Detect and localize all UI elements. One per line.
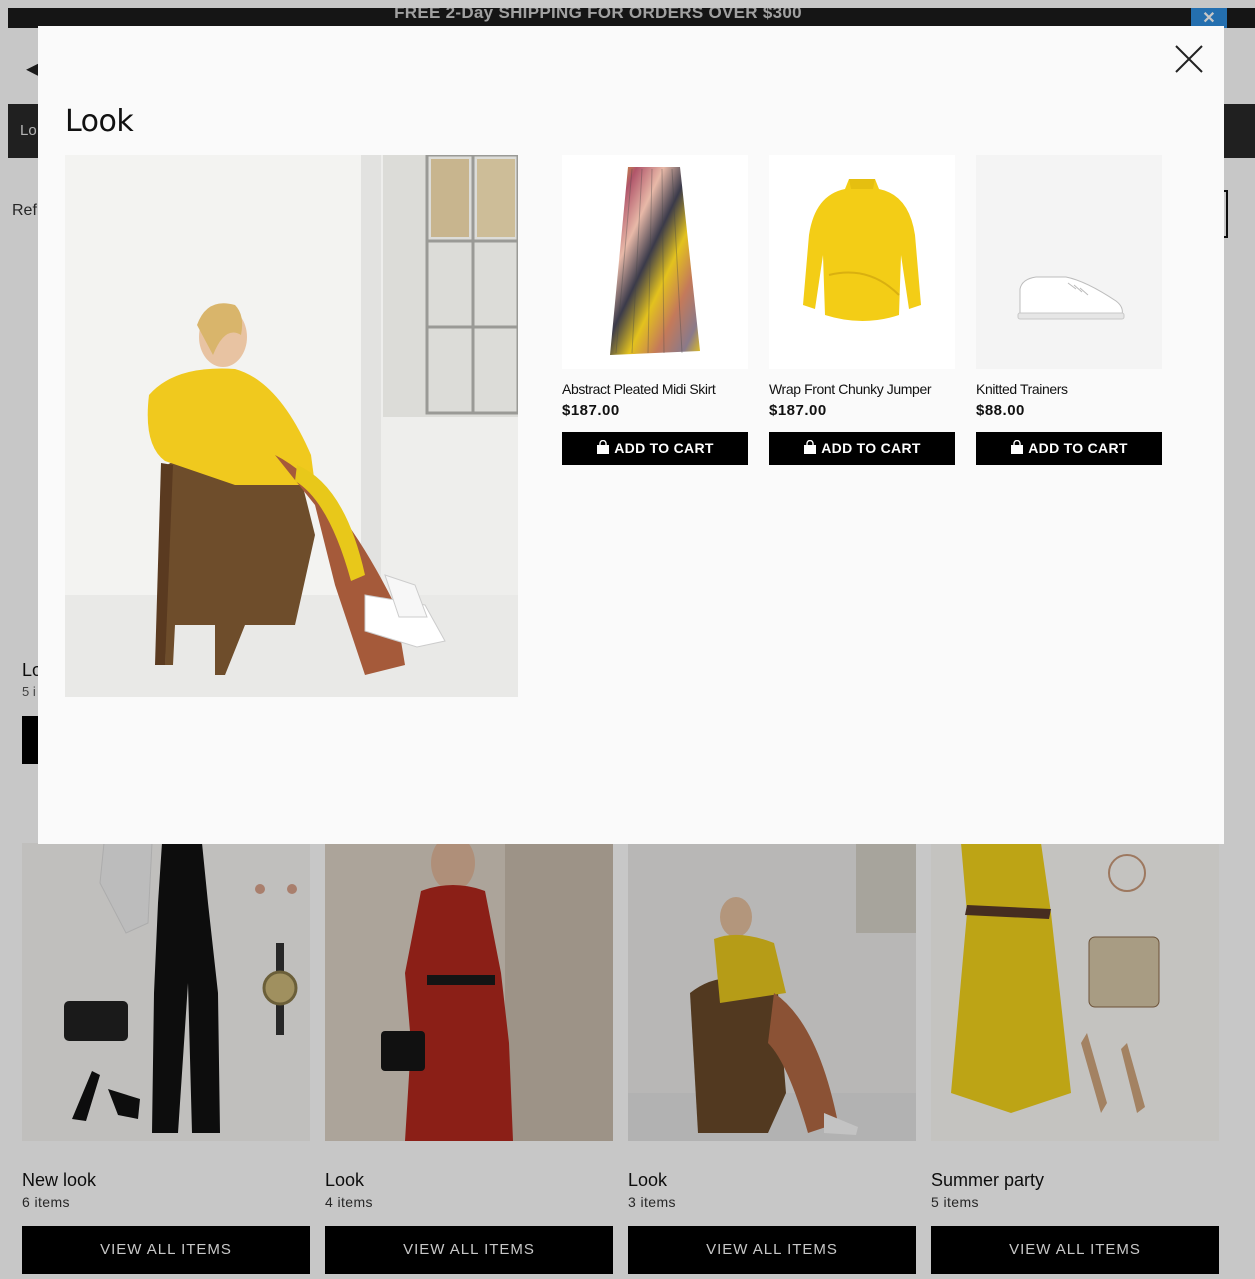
add-to-cart-label: ADD TO CART [821,440,921,456]
look-name: New look [22,1170,97,1190]
shopping-bag-icon [1011,440,1024,454]
product-name[interactable]: Wrap Front Chunky Jumper [769,381,931,397]
refine-label[interactable]: Ref [12,202,37,220]
look-count: 6 items [22,1194,70,1210]
look-count: 3 items [628,1194,676,1210]
look-name: Look [628,1170,668,1190]
promo-banner: FREE 2-Day SHIPPING FOR ORDERS OVER $300… [8,8,1255,28]
close-icon[interactable]: ✕ [1191,8,1227,28]
view-all-items-button[interactable]: VIEW ALL ITEMS [22,1226,310,1274]
look-image[interactable] [325,843,613,1141]
look-name: Look [325,1170,365,1190]
look-card[interactable]: Look 4 items VIEW ALL ITEMS [325,843,613,1279]
add-to-cart-label: ADD TO CART [614,440,714,456]
look-count: 5 items [931,1194,979,1210]
close-icon[interactable] [1172,42,1206,76]
product-price: $187.00 [562,402,620,419]
product-name[interactable]: Abstract Pleated Midi Skirt [562,381,716,397]
view-all-items-button[interactable]: VIEW ALL ITEMS [931,1226,1219,1274]
product-image[interactable] [562,155,748,369]
look-image[interactable] [931,843,1219,1141]
product-price: $88.00 [976,402,1025,419]
add-to-cart-label: ADD TO CART [1028,440,1128,456]
product-price: $187.00 [769,402,827,419]
add-to-cart-button[interactable]: ADD TO CART [769,432,955,465]
promo-text: FREE 2-Day SHIPPING FOR ORDERS OVER $300 [394,8,802,22]
shopping-bag-icon [804,440,817,454]
product-image[interactable] [976,155,1162,369]
look-card[interactable]: Summer party 5 items VIEW ALL ITEMS [931,843,1219,1279]
look-card[interactable]: New look 6 items VIEW ALL ITEMS [22,843,310,1279]
look-name: Summer party [931,1170,1045,1190]
looks-grid: New look 6 items VIEW ALL ITEMS Look 4 i… [22,843,1222,1279]
category-title: Lo [20,122,37,139]
product-name[interactable]: Knitted Trainers [976,381,1068,397]
add-to-cart-button[interactable]: ADD TO CART [976,432,1162,465]
look-hero-image [65,155,518,697]
look-image[interactable] [22,843,310,1141]
product-image[interactable] [769,155,955,369]
view-all-items-button[interactable]: VIEW ALL ITEMS [628,1226,916,1274]
modal-title: Look [65,104,134,139]
view-all-items-button[interactable]: VIEW ALL ITEMS [325,1226,613,1274]
look-card[interactable]: Look 3 items VIEW ALL ITEMS [628,843,916,1279]
shopping-bag-icon [597,440,610,454]
look-modal: Look Abstract Pleated Midi Skirt $187.00… [38,26,1224,844]
add-to-cart-button[interactable]: ADD TO CART [562,432,748,465]
look-image[interactable] [628,843,916,1141]
look-count: 4 items [325,1194,373,1210]
look-count: 5 i [22,684,36,699]
